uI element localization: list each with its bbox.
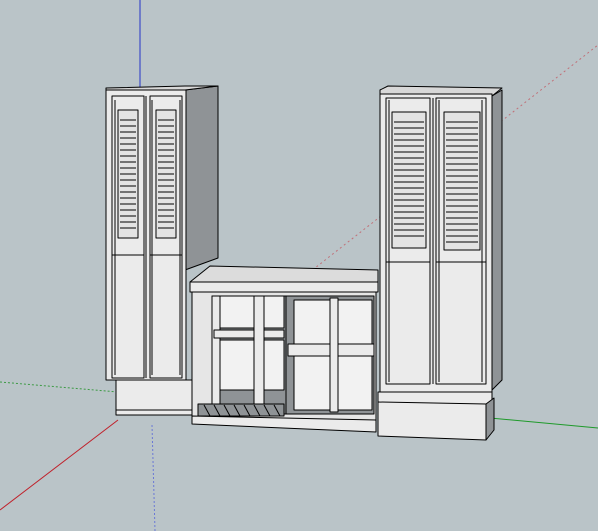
sketchup-viewport[interactable] bbox=[0, 0, 598, 531]
red-axis bbox=[0, 419, 119, 511]
bench-top-front bbox=[189, 281, 379, 293]
cabinet-model bbox=[105, 85, 503, 441]
bench-top bbox=[189, 265, 379, 285]
blue-axis-lower-dotted bbox=[151, 424, 156, 531]
axes bbox=[0, 0, 598, 531]
green-axis bbox=[489, 417, 598, 429]
right-tower-base bbox=[377, 391, 493, 441]
right-tower-side bbox=[491, 89, 503, 391]
rack-slats bbox=[197, 403, 285, 417]
left-tower-side bbox=[184, 85, 219, 271]
3d-scene[interactable] bbox=[0, 0, 598, 531]
green-axis-dotted bbox=[0, 381, 119, 393]
